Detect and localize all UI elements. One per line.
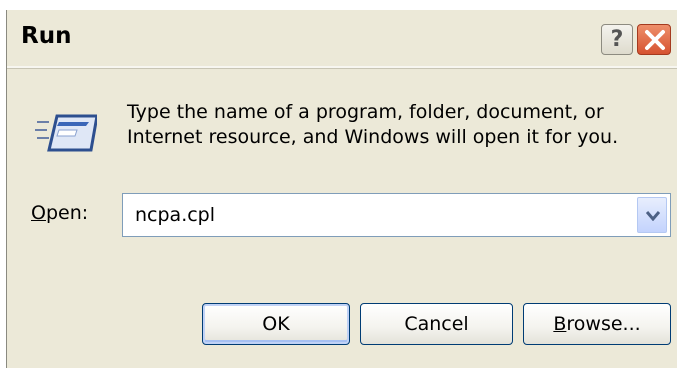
- run-program-icon: [35, 114, 99, 158]
- browse-label: rowse...: [566, 313, 641, 335]
- open-label-accelerator: O: [31, 202, 46, 224]
- dropdown-button[interactable]: [637, 197, 667, 233]
- browse-button[interactable]: Browse...: [523, 303, 671, 345]
- browse-accelerator: B: [553, 313, 567, 335]
- help-button[interactable]: ?: [601, 24, 633, 55]
- dialog-description: Type the name of a program, folder, docu…: [127, 101, 619, 148]
- open-combobox[interactable]: ncpa.cpl: [122, 193, 671, 237]
- screen: Run ? Type the name of a program, folder…: [0, 0, 677, 368]
- window-title: Run: [21, 23, 72, 49]
- ok-button[interactable]: OK: [202, 303, 350, 345]
- help-icon: ?: [610, 27, 624, 52]
- close-icon: [645, 30, 665, 50]
- chevron-down-icon: [646, 211, 660, 221]
- cancel-button[interactable]: Cancel: [360, 303, 513, 345]
- title-bar[interactable]: Run ?: [7, 10, 677, 68]
- open-label: Open:: [31, 202, 88, 224]
- run-dialog: Run ? Type the name of a program, folder…: [6, 10, 677, 368]
- close-button[interactable]: [637, 24, 671, 55]
- open-label-text: pen:: [45, 202, 89, 224]
- open-input[interactable]: ncpa.cpl: [135, 204, 215, 226]
